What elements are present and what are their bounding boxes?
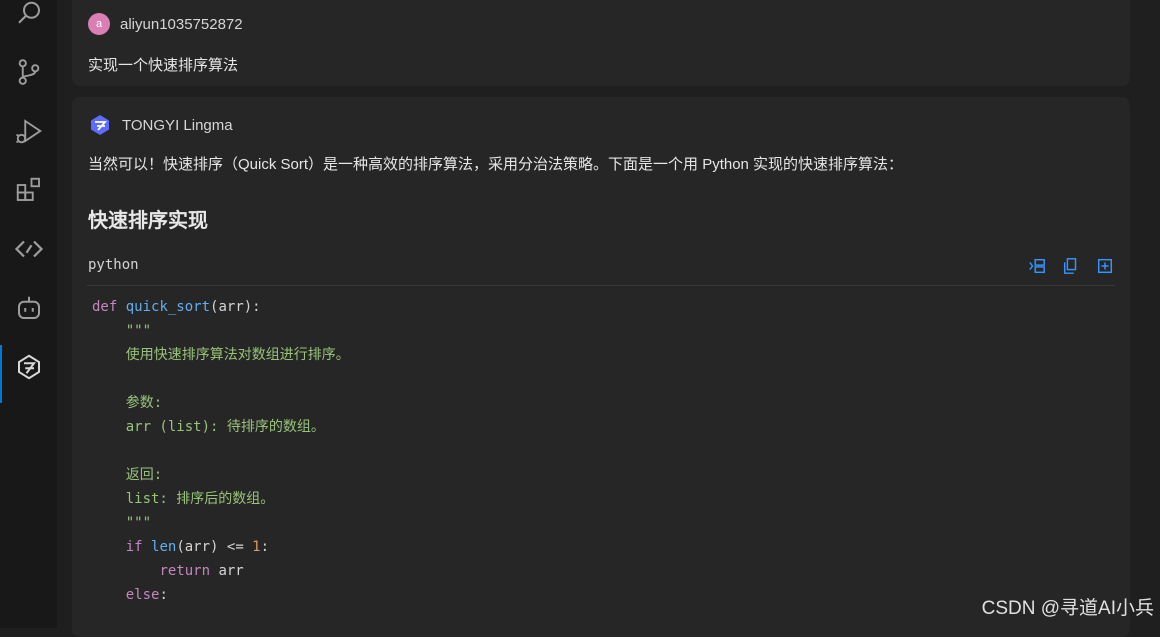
extensions-icon[interactable] [0, 168, 57, 212]
insert-at-cursor-icon[interactable] [1027, 256, 1047, 276]
watermark: CSDN @寻道AI小兵 [981, 598, 1154, 619]
user-message-card: a aliyun1035752872 实现一个快速排序算法 [72, 0, 1130, 86]
remote-code-icon[interactable] [0, 227, 57, 271]
section-heading: 快速排序实现 [88, 210, 208, 232]
code-actions [1027, 256, 1115, 276]
code-line: """ [92, 515, 152, 531]
code-line: return arr [92, 559, 1112, 583]
ai-author-row: TONGYI Lingma [88, 113, 233, 137]
search-icon[interactable] [0, 0, 57, 36]
copy-icon[interactable] [1061, 256, 1081, 276]
activity-bar [0, 0, 58, 628]
tongyi-logo-icon [88, 113, 112, 137]
code-text: : [260, 539, 270, 555]
code-language-label: python [88, 257, 139, 273]
code-line: 参数: [92, 395, 163, 411]
code-body: def quick_sort(arr): """ 使用快速排序算法对数组进行排序… [92, 295, 1112, 607]
source-control-icon[interactable] [0, 50, 57, 94]
ai-intro-text: 当然可以！快速排序（Quick Sort）是一种高效的排序算法，采用分治法策略。… [88, 156, 904, 173]
ai-message-card: TONGYI Lingma 当然可以！快速排序（Quick Sort）是一种高效… [72, 97, 1130, 637]
code-line: arr (list): 待排序的数组。 [92, 419, 325, 435]
code-keyword: else [125, 587, 160, 603]
ai-name: TONGYI Lingma [122, 116, 233, 134]
code-line: 使用快速排序算法对数组进行排序。 [92, 347, 350, 363]
code-line: """ [92, 323, 152, 339]
user-name: aliyun1035752872 [120, 15, 243, 33]
code-block-header: python [87, 249, 1115, 286]
tongyi-lingma-icon[interactable] [0, 345, 57, 403]
code-line: if len(arr) <= 1: [92, 535, 1112, 559]
user-avatar: a [88, 13, 110, 35]
code-number: 1 [252, 539, 261, 555]
code-keyword: return [159, 563, 211, 579]
new-file-icon[interactable] [1095, 256, 1115, 276]
code-text: arr [210, 563, 244, 579]
code-keyword: def [92, 299, 118, 315]
code-text: (arr) <= [176, 539, 253, 555]
code-builtin: len [151, 539, 177, 555]
chat-panel: a aliyun1035752872 实现一个快速排序算法 TONGYI Lin… [57, 0, 1160, 637]
code-text: (arr): [210, 299, 261, 315]
run-debug-icon[interactable] [0, 109, 57, 153]
code-line: list: 排序后的数组。 [92, 491, 275, 507]
code-keyword: if [125, 539, 143, 555]
code-line: 返回: [92, 467, 163, 483]
code-function-name: quick_sort [125, 299, 211, 315]
copilot-bot-icon[interactable] [0, 286, 57, 330]
user-message-text: 实现一个快速排序算法 [88, 57, 239, 74]
code-line: else: [92, 583, 1112, 607]
code-line: def quick_sort(arr): [92, 295, 1112, 319]
user-author-row: a aliyun1035752872 [88, 13, 243, 35]
code-text: : [159, 587, 168, 603]
